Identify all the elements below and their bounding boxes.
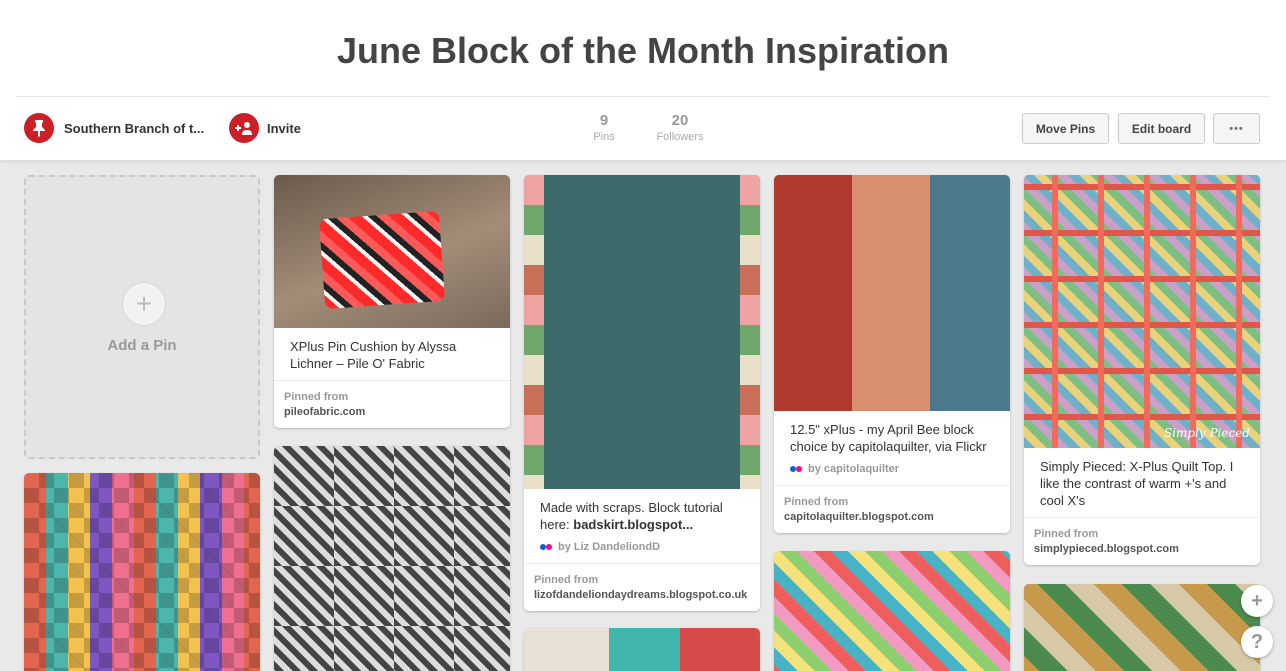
add-pin-label: Add a Pin	[107, 337, 177, 354]
add-pin-tile[interactable]: + Add a Pin	[24, 175, 260, 459]
pinned-from-label: Pinned from	[784, 496, 849, 508]
pin-image[interactable]	[774, 551, 1010, 671]
pin-watermark: Simply Pieced	[1163, 426, 1250, 440]
pin-source[interactable]: Pinned from pileofabric.com	[274, 380, 510, 428]
pin-source[interactable]: Pinned from lizofdandeliondaydreams.blog…	[524, 563, 760, 611]
pin-card[interactable]	[774, 551, 1010, 671]
pins-stat[interactable]: 9 Pins	[584, 112, 624, 143]
help-button[interactable]: ?	[1241, 626, 1273, 658]
board-title: June Block of the Month Inspiration	[337, 30, 949, 71]
pin-description: 12.5" xPlus - my April Bee block choice …	[790, 422, 987, 454]
pin-card[interactable]: XPlus Pin Cushion by Alyssa Lichner – Pi…	[274, 175, 510, 428]
pin-source[interactable]: Pinned from capitolaquilter.blogspot.com	[774, 485, 1010, 533]
pin-image[interactable]	[24, 473, 260, 671]
pin-card[interactable]: Simply Pieced Simply Pieced: X-Plus Quil…	[1024, 175, 1260, 565]
board-owner[interactable]: Southern Branch of t...	[24, 113, 204, 143]
pin-description: XPlus Pin Cushion by Alyssa Lichner – Pi…	[290, 339, 457, 371]
followers-stat[interactable]: 20 Followers	[652, 112, 708, 143]
help-icon: ?	[1250, 630, 1264, 653]
pin-description-link[interactable]: badskirt.blogspot...	[573, 517, 693, 532]
pin-image[interactable]	[774, 175, 1010, 411]
pin-image[interactable]	[524, 628, 760, 671]
pin-card[interactable]	[24, 473, 260, 671]
pinned-from-label: Pinned from	[1034, 528, 1099, 540]
pin-image[interactable]	[274, 175, 510, 328]
pins-label: Pins	[593, 131, 615, 143]
move-pins-button[interactable]: Move Pins	[1022, 113, 1109, 144]
add-pin-float-button[interactable]: +	[1241, 585, 1273, 617]
followers-count: 20	[671, 112, 689, 129]
pin-image[interactable]	[524, 175, 760, 489]
add-user-icon	[229, 113, 259, 143]
flickr-icon	[790, 466, 802, 472]
board-owner-name: Southern Branch of t...	[64, 120, 205, 136]
header-divider	[16, 96, 1270, 97]
pin-via-label: by Liz DandeliondD	[558, 541, 661, 553]
pin-icon	[24, 113, 54, 143]
invite-label: Invite	[267, 120, 301, 136]
board-header: June Block of the Month Inspiration Sout…	[0, 0, 1286, 161]
pin-description: Made with scraps. Block tutorial here: b…	[524, 489, 760, 541]
pin-card[interactable]	[274, 446, 510, 671]
pin-source-url[interactable]: pileofabric.com	[284, 406, 500, 418]
pin-image[interactable]	[1024, 584, 1260, 671]
pin-source-url[interactable]: lizofdandeliondaydreams.blogspot.co.uk	[534, 589, 750, 601]
more-options-button[interactable]: •••	[1213, 113, 1260, 144]
pin-source[interactable]: Pinned from simplypieced.blogspot.com	[1024, 517, 1260, 565]
followers-label: Followers	[656, 131, 704, 143]
pinned-from-label: Pinned from	[284, 391, 349, 403]
pins-count: 9	[599, 112, 609, 129]
pin-source-url[interactable]: simplypieced.blogspot.com	[1034, 543, 1250, 555]
pin-card[interactable]	[524, 628, 760, 671]
pin-cushion-shape	[319, 210, 445, 310]
pin-via[interactable]: by capitolaquilter	[774, 463, 1010, 485]
pin-via-label: by capitolaquilter	[808, 463, 900, 475]
edit-board-button[interactable]: Edit board	[1118, 113, 1205, 144]
plus-icon: +	[1251, 589, 1263, 612]
invite-button[interactable]: Invite	[229, 113, 301, 143]
pin-card[interactable]: 12.5" xPlus - my April Bee block choice …	[774, 175, 1010, 533]
pin-source-url[interactable]: capitolaquilter.blogspot.com	[784, 511, 1000, 523]
plus-icon: +	[122, 282, 166, 326]
pinned-from-label: Pinned from	[534, 574, 599, 586]
pin-card[interactable]	[1024, 584, 1260, 671]
flickr-icon	[540, 544, 552, 550]
pin-description: Simply Pieced: X-Plus Quilt Top. I like …	[1040, 459, 1234, 508]
pin-via[interactable]: by Liz DandeliondD	[524, 541, 760, 563]
pin-image[interactable]: Simply Pieced	[1024, 175, 1260, 448]
pin-card[interactable]: Made with scraps. Block tutorial here: b…	[524, 175, 760, 611]
pin-image[interactable]	[274, 446, 510, 671]
